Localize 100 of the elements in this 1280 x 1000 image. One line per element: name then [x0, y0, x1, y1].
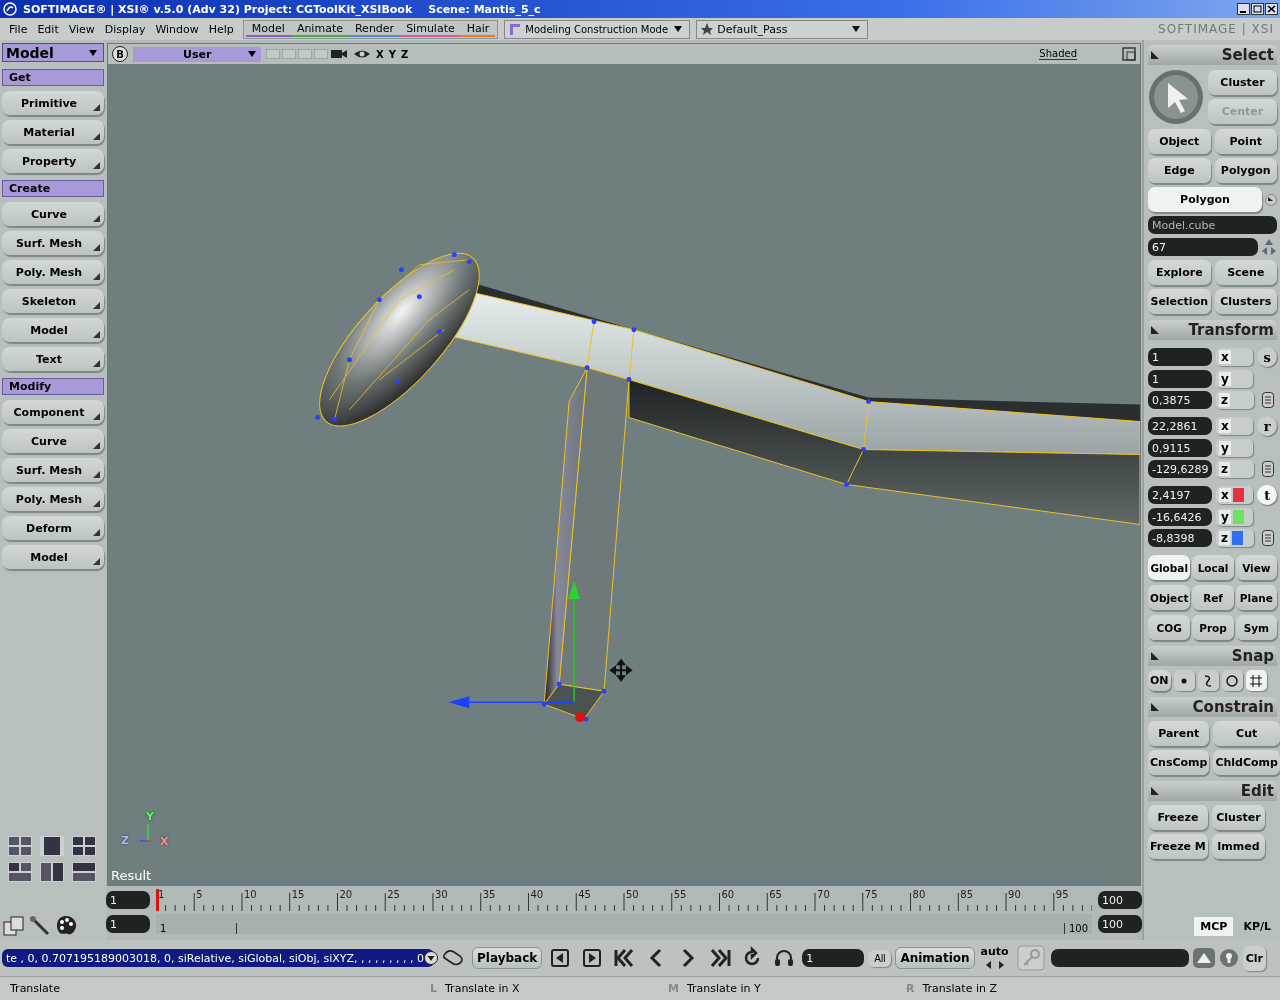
collapse-icon[interactable]: [1151, 652, 1159, 660]
module-tab[interactable]: Render: [348, 21, 401, 37]
range-end-field[interactable]: 100: [1098, 915, 1142, 933]
axis-button[interactable]: z: [1216, 391, 1254, 409]
caret-icon[interactable]: [247, 50, 257, 58]
value-field[interactable]: 1: [1148, 370, 1212, 388]
menu-button[interactable]: Model: [2, 545, 104, 569]
corner-arrow-icon[interactable]: [93, 413, 100, 420]
count-field[interactable]: 67: [1148, 238, 1258, 256]
panel-button[interactable]: Ref: [1192, 585, 1234, 610]
panel-button[interactable]: Object: [1148, 129, 1211, 154]
panel-tab[interactable]: MCP: [1194, 917, 1234, 936]
panel-button[interactable]: Parent: [1148, 721, 1210, 746]
value-field[interactable]: 2,4197: [1148, 486, 1212, 504]
panel-button[interactable]: Polygon: [1148, 187, 1262, 212]
key-field[interactable]: [1050, 949, 1189, 967]
menu-button[interactable]: Poly. Mesh: [2, 487, 104, 511]
section-header[interactable]: Modify: [2, 378, 104, 395]
module-tab[interactable]: Model: [245, 21, 291, 37]
panel-header[interactable]: Constrain: [1148, 697, 1277, 717]
viewport-layout-icon[interactable]: [72, 862, 96, 882]
menu-button[interactable]: Surf. Mesh: [2, 231, 104, 255]
viewport-layout-icon[interactable]: [72, 836, 96, 856]
panel-tab[interactable]: KP/L: [1237, 917, 1277, 936]
panel-button[interactable]: Plane: [1235, 585, 1277, 610]
menu-item[interactable]: View: [63, 22, 100, 36]
value-field[interactable]: 0,3875: [1148, 391, 1212, 409]
viewport[interactable]: B User X Y Z Shaded Y Z X Result: [107, 43, 1141, 886]
time-range-slider[interactable]: 1 100: [156, 914, 1092, 934]
animation-menu-button[interactable]: Animation: [895, 947, 975, 969]
panel-button[interactable]: Prop: [1192, 615, 1234, 640]
axis-toggle[interactable]: Z: [400, 48, 409, 60]
axis-button[interactable]: y: [1216, 370, 1254, 388]
lock-icon[interactable]: [1218, 948, 1239, 968]
caret-icon[interactable]: [851, 25, 862, 33]
axis-button[interactable]: y: [1216, 439, 1254, 457]
playback-menu-button[interactable]: Playback: [472, 947, 543, 969]
corner-arrow-icon[interactable]: [93, 244, 100, 251]
panel-button[interactable]: Sym: [1235, 615, 1277, 640]
corner-arrow-icon[interactable]: [93, 500, 100, 507]
value-field[interactable]: 22,2861: [1148, 417, 1212, 435]
menu-button[interactable]: Text: [2, 347, 104, 371]
module-tab[interactable]: Hair: [460, 21, 496, 37]
range-start-field[interactable]: 1: [106, 915, 150, 933]
value-field[interactable]: -129,6289: [1148, 460, 1212, 478]
dropdown-icon[interactable]: [424, 951, 439, 965]
auto-key-button[interactable]: auto: [978, 945, 1011, 958]
corner-arrow-icon[interactable]: [93, 133, 100, 140]
panel-button[interactable]: Clusters: [1214, 289, 1277, 314]
all-button[interactable]: All: [868, 949, 892, 967]
scroll-icon[interactable]: [1261, 460, 1275, 478]
panel-button[interactable]: COG: [1148, 615, 1191, 640]
caret-icon[interactable]: [673, 25, 684, 33]
corner-arrow-icon[interactable]: [93, 215, 100, 222]
close-icon[interactable]: [1265, 3, 1278, 15]
snap-point-button[interactable]: [1173, 670, 1195, 691]
pass-dropdown[interactable]: Default_Pass: [696, 19, 869, 39]
menu-button[interactable]: Component: [2, 400, 104, 424]
viewport-layout-icon[interactable]: [8, 862, 32, 882]
panel-button[interactable]: Cluster: [1208, 70, 1277, 95]
menu-item[interactable]: Display: [99, 22, 151, 36]
menu-button[interactable]: Curve: [2, 202, 104, 226]
windows-icon[interactable]: [2, 914, 26, 938]
menu-item[interactable]: File: [4, 22, 33, 36]
panel-button[interactable]: Point: [1214, 129, 1277, 154]
axis-button[interactable]: z: [1216, 529, 1254, 547]
panel-button[interactable]: Polygon: [1214, 158, 1277, 183]
panel-button[interactable]: Freeze M: [1148, 834, 1208, 859]
snap-circle-button[interactable]: [1221, 670, 1243, 691]
menu-button[interactable]: Surf. Mesh: [2, 458, 104, 482]
last-frame-icon[interactable]: [708, 946, 733, 970]
snap-curve-button[interactable]: [1197, 670, 1219, 691]
minimize-icon[interactable]: [1237, 3, 1250, 15]
maximize-icon[interactable]: [1122, 47, 1136, 61]
module-tab[interactable]: Animate: [290, 21, 349, 37]
spinner-icon[interactable]: [1261, 238, 1277, 256]
corner-arrow-icon[interactable]: [93, 471, 100, 478]
corner-arrow-icon[interactable]: [93, 162, 100, 169]
axis-button[interactable]: x: [1216, 417, 1254, 435]
menu-item[interactable]: Help: [203, 22, 239, 36]
playhead-marker[interactable]: [156, 889, 159, 911]
snap-grid-button[interactable]: [1245, 670, 1267, 691]
panel-header[interactable]: Transform: [1148, 320, 1277, 340]
display-mode-dropdown[interactable]: Shaded: [1039, 48, 1077, 60]
panel-button[interactable]: View: [1235, 555, 1277, 580]
axis-button[interactable]: y: [1216, 508, 1254, 526]
value-field[interactable]: -8,8398: [1148, 529, 1212, 547]
menu-button[interactable]: Poly. Mesh: [2, 260, 104, 284]
triangle-up-icon[interactable]: [1192, 948, 1215, 968]
brush-icon[interactable]: [28, 914, 52, 938]
timeline-ruler[interactable]: 1 5 10 15 20 25 30 35 40 45 50 55 60 65 70 75 80 85 90 95: [156, 889, 1092, 911]
pass-icon[interactable]: [700, 22, 715, 36]
panel-button[interactable]: CnsComp: [1148, 750, 1210, 775]
value-field[interactable]: -16,6426: [1148, 508, 1212, 526]
menu-button[interactable]: Primitive: [2, 91, 104, 115]
mode-icon[interactable]: [508, 22, 523, 36]
panel-button[interactable]: Explore: [1148, 260, 1211, 285]
clear-button[interactable]: Clr: [1242, 945, 1266, 971]
value-field[interactable]: 1: [1148, 348, 1212, 366]
panel-button[interactable]: ChldComp: [1213, 750, 1280, 775]
